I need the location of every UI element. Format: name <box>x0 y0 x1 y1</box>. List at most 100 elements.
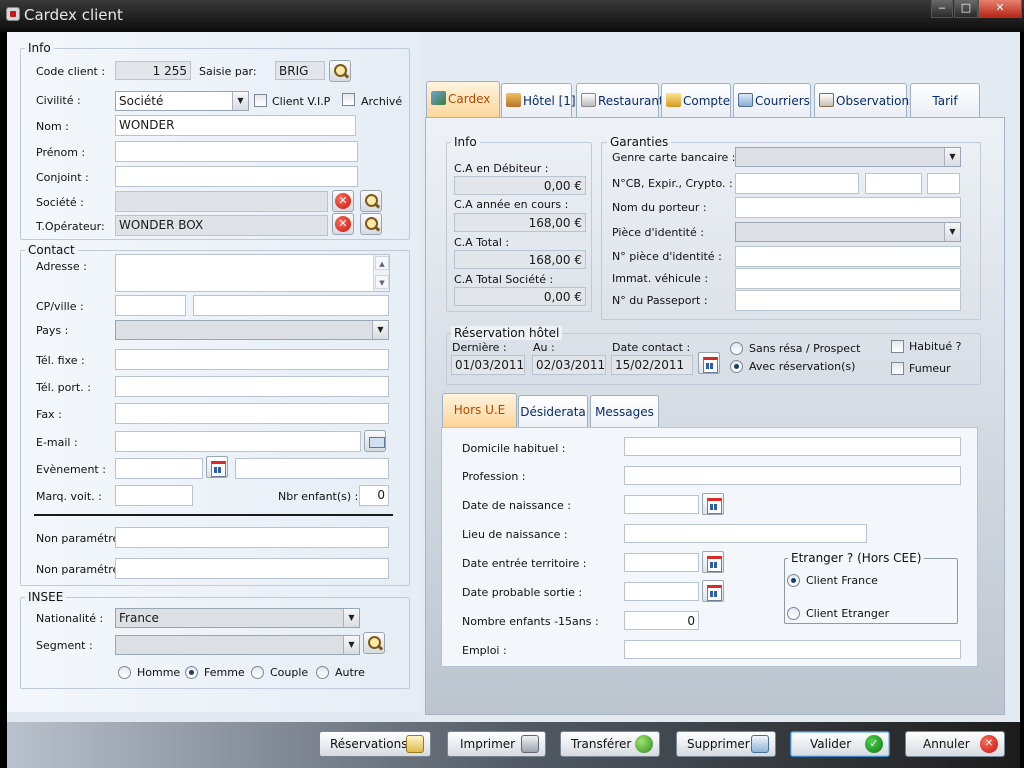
fax-label: Fax : <box>36 408 62 421</box>
fumeur-checkbox[interactable] <box>891 362 904 375</box>
adresse-scrollbar[interactable]: ▲ ▼ <box>373 255 389 291</box>
domicile-field[interactable] <box>624 437 961 456</box>
scroll-down-icon[interactable]: ▼ <box>375 275 389 289</box>
non-parametre-1-field[interactable] <box>115 527 389 548</box>
send-mail-icon[interactable] <box>364 430 386 452</box>
tab-restaurant[interactable]: Restaurant <box>576 83 664 117</box>
subtab-messages[interactable]: Messages <box>590 395 659 427</box>
adresse-field[interactable] <box>115 254 390 292</box>
tab-hotel[interactable]: Hôtel [1] <box>501 83 576 117</box>
nom-field[interactable]: WONDER <box>115 115 356 136</box>
naissance-field[interactable] <box>624 495 699 514</box>
societe-search-icon[interactable] <box>360 190 382 212</box>
non-parametre-1-label: Non paramétré <box>36 532 120 545</box>
cb-number-field[interactable] <box>735 173 859 194</box>
entree-territoire-field[interactable] <box>624 553 699 572</box>
conjoint-field[interactable] <box>115 166 358 187</box>
annuler-button[interactable]: Annuler ✕ <box>905 731 1005 757</box>
avec-resa-label: Avec réservation(s) <box>749 360 856 373</box>
cb-crypto-field[interactable] <box>927 173 960 194</box>
trash-icon <box>751 735 769 753</box>
nbr-enfants-field[interactable]: 0 <box>359 485 389 506</box>
email-field[interactable] <box>115 431 361 452</box>
societe-clear-icon[interactable] <box>332 190 354 212</box>
sortie-field[interactable] <box>624 582 699 601</box>
calendar-icon[interactable] <box>702 493 724 515</box>
marq-voit-field[interactable] <box>115 485 193 506</box>
scroll-up-icon[interactable]: ▲ <box>375 256 389 270</box>
reservation-title: Réservation hôtel <box>451 326 563 340</box>
gender-label-femme: Femme <box>204 666 245 679</box>
n-piece-field[interactable] <box>735 246 961 267</box>
operateur-search-icon[interactable] <box>360 213 382 235</box>
minimize-button[interactable]: ‒ <box>931 0 953 18</box>
calendar-icon[interactable] <box>702 580 724 602</box>
calendar-icon[interactable] <box>206 456 228 478</box>
divider <box>34 514 393 516</box>
habitue-checkbox[interactable] <box>891 340 904 353</box>
supprimer-button[interactable]: Supprimer <box>676 731 776 757</box>
entree-territoire-label: Date entrée territoire : <box>462 557 587 570</box>
insee-group-title: INSEE <box>25 590 67 604</box>
tab-tarif[interactable]: Tarif <box>910 83 980 117</box>
transferer-button[interactable]: Transférer <box>560 731 660 757</box>
operateur-clear-icon[interactable] <box>332 213 354 235</box>
porteur-field[interactable] <box>735 197 961 218</box>
gender-radio-homme[interactable] <box>118 666 131 679</box>
immat-field[interactable] <box>735 268 961 289</box>
notebook-icon <box>819 93 834 107</box>
profession-field[interactable] <box>624 466 961 485</box>
prenom-field[interactable] <box>115 141 358 162</box>
pays-select[interactable]: ▼ <box>115 320 389 340</box>
client-etranger-radio[interactable] <box>787 607 800 620</box>
gender-radio-autre[interactable] <box>316 666 329 679</box>
chevron-down-icon: ▼ <box>372 321 388 339</box>
emploi-field[interactable] <box>624 640 961 659</box>
evenement-field[interactable] <box>235 458 389 479</box>
nationalite-select[interactable]: France ▼ <box>115 608 360 628</box>
passeport-field[interactable] <box>735 290 961 311</box>
tab-courriers[interactable]: Courriers <box>733 83 811 117</box>
imprimer-button[interactable]: Imprimer <box>447 731 546 757</box>
gender-radio-couple[interactable] <box>251 666 264 679</box>
transferer-label: Transférer <box>571 737 632 751</box>
tab-compte[interactable]: Compte <box>661 83 731 117</box>
saisie-par-search-icon[interactable] <box>329 60 351 82</box>
tab-cardex[interactable]: Cardex <box>426 81 500 117</box>
lieu-naissance-field[interactable] <box>624 524 867 543</box>
evenement-date-field[interactable] <box>115 458 203 479</box>
contact-group-title: Contact <box>25 243 78 257</box>
valider-button[interactable]: Valider ✓ <box>790 731 890 757</box>
reservations-button[interactable]: Réservations <box>319 731 431 757</box>
non-parametre-2-field[interactable] <box>115 558 389 579</box>
client-vip-checkbox[interactable] <box>254 94 267 107</box>
tel-fixe-field[interactable] <box>115 349 389 370</box>
genre-carte-select[interactable]: ▼ <box>735 147 961 167</box>
civilite-select[interactable]: Société ▼ <box>115 91 249 111</box>
users-icon <box>431 91 446 105</box>
tab-observations[interactable]: Observations <box>814 83 915 117</box>
maximize-button[interactable]: □ <box>954 0 978 18</box>
subtab-desiderata[interactable]: Désiderata <box>518 395 588 427</box>
subtab-hors-ue[interactable]: Hors U.E <box>442 393 517 427</box>
cp-field[interactable] <box>115 295 186 316</box>
segment-search-icon[interactable] <box>363 632 385 654</box>
tel-port-field[interactable] <box>115 376 389 397</box>
cb-expiry-field[interactable] <box>865 173 922 194</box>
calendar-icon[interactable] <box>698 352 720 374</box>
ville-field[interactable] <box>193 295 389 316</box>
archive-label: Archivé <box>361 95 403 108</box>
piece-identite-select[interactable]: ▼ <box>735 222 961 242</box>
menu-card-icon <box>581 93 596 107</box>
sans-resa-radio[interactable] <box>730 342 743 355</box>
avec-resa-radio[interactable] <box>730 360 743 373</box>
fax-field[interactable] <box>115 403 389 424</box>
client-france-radio[interactable] <box>787 574 800 587</box>
enfants15-field[interactable]: 0 <box>624 611 699 630</box>
close-button[interactable]: ✕ <box>978 0 1022 18</box>
gender-radio-femme[interactable] <box>185 666 198 679</box>
nbr-enfants-label: Nbr enfant(s) : <box>278 490 359 503</box>
segment-select[interactable]: ▼ <box>115 635 360 655</box>
archive-checkbox[interactable] <box>342 93 355 106</box>
calendar-icon[interactable] <box>702 551 724 573</box>
